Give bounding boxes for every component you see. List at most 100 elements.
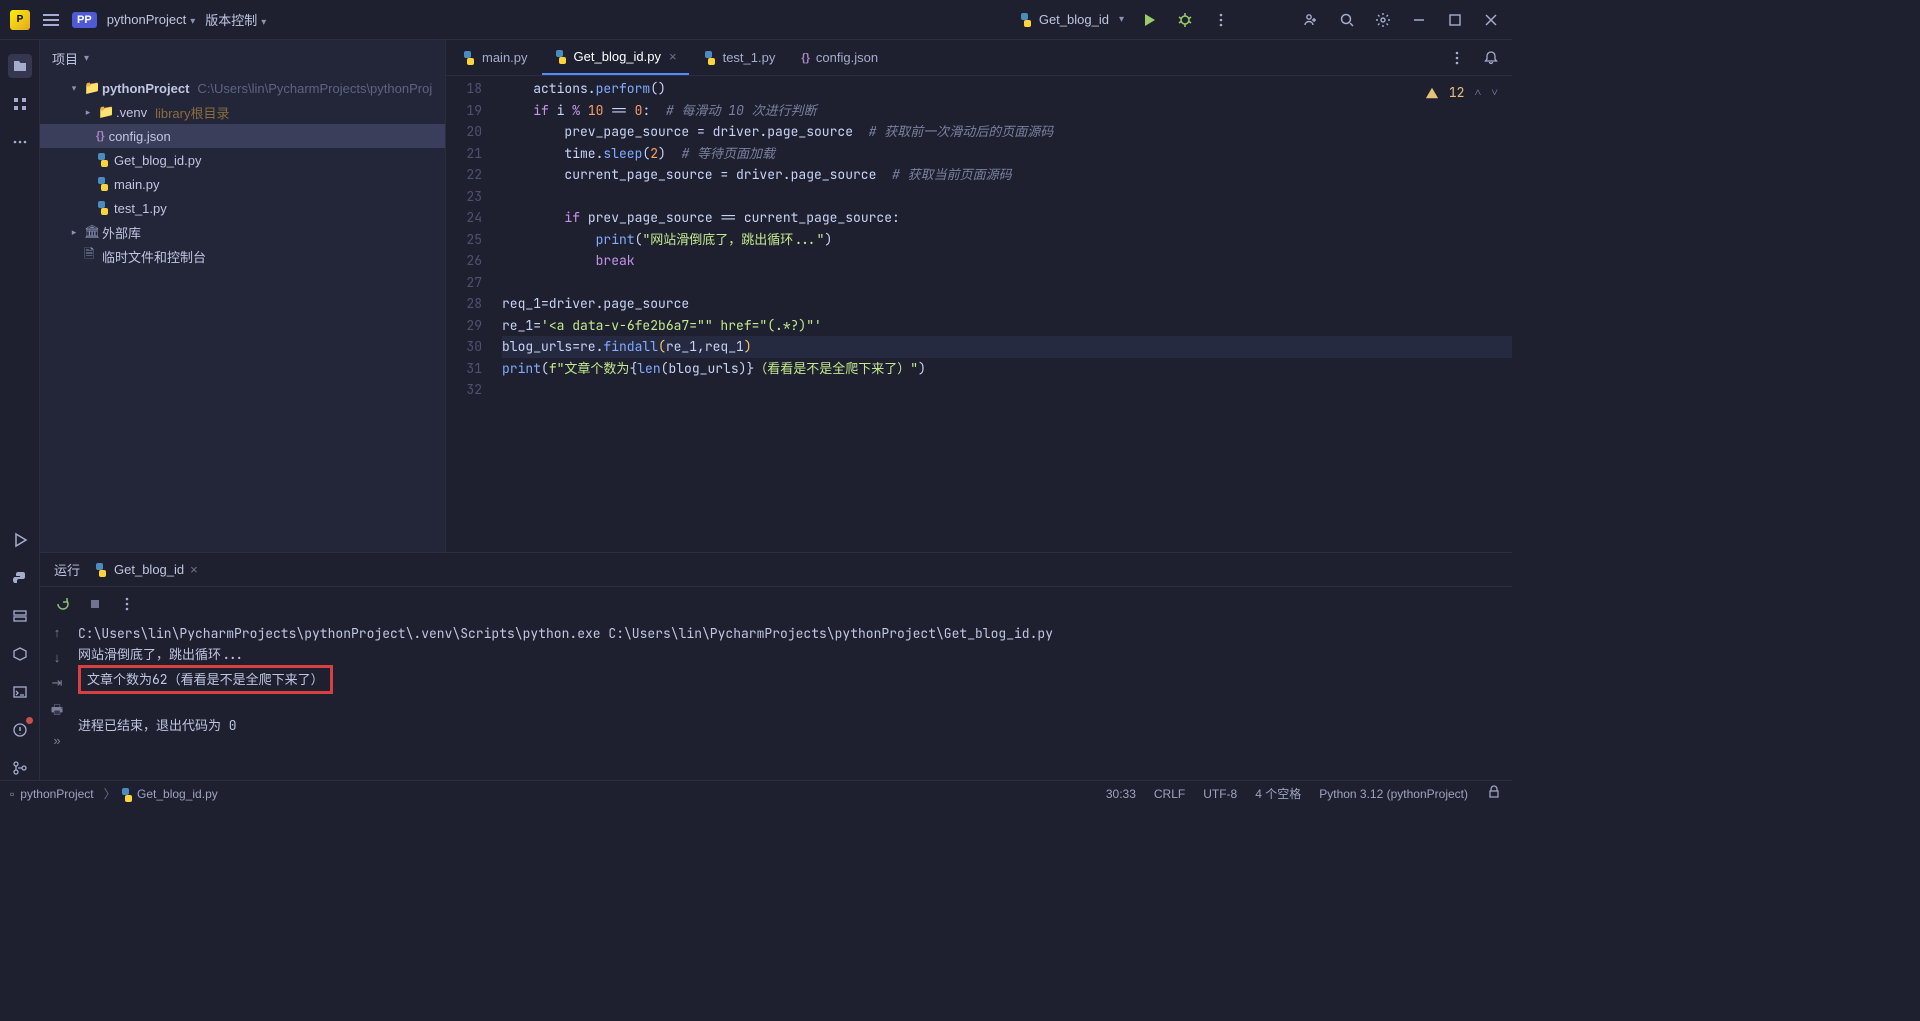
project-panel-header[interactable]: 项目 ▾ [40, 40, 445, 76]
vcs-menu[interactable]: 版本控制 [205, 10, 266, 29]
python-icon [96, 153, 110, 167]
run-more-icon[interactable] [116, 593, 138, 615]
expand-icon[interactable]: » [53, 733, 60, 748]
python-packages-icon[interactable] [8, 642, 32, 666]
stop-button[interactable] [84, 593, 106, 615]
inspection-badge[interactable]: 12 ˄ ˅ [1425, 82, 1498, 104]
run-tabs: 运行 Get_blog_id× [40, 553, 1512, 587]
line-gutter: 181920212223242526272829303132 [446, 76, 492, 552]
problems-tool-icon[interactable] [8, 718, 32, 742]
python-console-icon[interactable] [8, 566, 32, 590]
rerun-button[interactable] [52, 593, 74, 615]
json-icon: {} [801, 52, 810, 64]
tree-root[interactable]: ▾📁pythonProjectC:\Users\lin\PycharmProje… [40, 76, 445, 100]
file-label: test_1.py [114, 201, 167, 216]
line-separator[interactable]: CRLF [1154, 787, 1185, 801]
run-tool-window: 运行 Get_blog_id× ↑ ↓ ⇥ 🖶 » C:\Users\lin\P… [40, 552, 1512, 780]
run-tool-label: 运行 [54, 560, 80, 579]
highlighted-output: 文章个数为62（看看是不是全爬下来了） [78, 665, 333, 694]
root-name: pythonProject [102, 81, 189, 96]
tab-label: main.py [482, 50, 528, 65]
python-icon [703, 51, 717, 65]
maximize-button[interactable] [1444, 9, 1466, 31]
tree-scratch[interactable]: 🗎临时文件和控制台 [40, 244, 445, 268]
tree-file-test1[interactable]: test_1.py [40, 196, 445, 220]
editor-pane: main.py Get_blog_id.py × test_1.py {} conf… [446, 40, 1512, 552]
file-encoding[interactable]: UTF-8 [1203, 787, 1237, 801]
prev-highlight-icon[interactable]: ˄ [1474, 82, 1481, 104]
python-icon [1019, 13, 1033, 27]
scroll-up-icon[interactable]: ↑ [54, 625, 61, 640]
terminal-tool-icon[interactable] [8, 680, 32, 704]
venv-name: .venv [116, 105, 147, 120]
tab-actions-icon[interactable] [1446, 47, 1468, 69]
close-window-button[interactable] [1480, 9, 1502, 31]
root-path: C:\Users\lin\PycharmProjects\pythonProj [197, 81, 432, 96]
tab-main[interactable]: main.py [450, 40, 540, 75]
scratch-label: 临时文件和控制台 [102, 247, 206, 266]
editor-tab-bar: main.py Get_blog_id.py × test_1.py {} conf… [446, 40, 1512, 76]
interpreter-info[interactable]: Python 3.12 (pythonProject) [1319, 787, 1468, 801]
tree-venv[interactable]: ▸📁.venvlibrary根目录 [40, 100, 445, 124]
close-icon[interactable]: × [669, 49, 677, 64]
python-icon [96, 201, 110, 215]
project-panel-title: 项目 [52, 49, 78, 68]
left-tool-rail [0, 40, 40, 780]
next-highlight-icon[interactable]: ˅ [1491, 82, 1498, 104]
run-config-selector[interactable]: Get_blog_id [1019, 12, 1124, 27]
structure-tool-icon[interactable] [8, 92, 32, 116]
tab-test1[interactable]: test_1.py [691, 40, 788, 75]
tree-file-main[interactable]: main.py [40, 172, 445, 196]
notifications-icon[interactable] [1480, 47, 1502, 69]
caret-position[interactable]: 30:33 [1106, 787, 1136, 801]
debug-button[interactable] [1174, 9, 1196, 31]
code-area[interactable]: 12 ˄ ˅ 181920212223242526272829303132 ac… [446, 76, 1512, 552]
console-gutter: ↑ ↓ ⇥ 🖶 » [40, 621, 74, 780]
project-tool-icon[interactable] [8, 54, 32, 78]
close-icon[interactable]: × [190, 562, 198, 577]
console-output[interactable]: C:\Users\lin\PycharmProjects\pythonProje… [74, 621, 1512, 780]
tab-label: test_1.py [723, 50, 776, 65]
run-tool-icon[interactable] [8, 528, 32, 552]
tree-file-getblog[interactable]: Get_blog_id.py [40, 148, 445, 172]
tab-getblog[interactable]: Get_blog_id.py × [542, 40, 689, 75]
tree-file-config[interactable]: {}config.json [40, 124, 445, 148]
more-tools-icon[interactable] [8, 130, 32, 154]
services-tool-icon[interactable] [8, 604, 32, 628]
json-icon: {} [96, 130, 105, 142]
python-icon [96, 177, 110, 191]
python-icon [462, 51, 476, 65]
python-icon [554, 50, 568, 64]
python-icon [120, 788, 134, 802]
soft-wrap-icon[interactable]: ⇥ [52, 675, 63, 691]
code-content[interactable]: actions.perform() if i % 10 == 0: # 每滑动 … [492, 76, 1512, 552]
minimize-button[interactable] [1408, 9, 1430, 31]
tab-config[interactable]: {} config.json [789, 40, 890, 75]
project-panel: 项目 ▾ ▾📁pythonProjectC:\Users\lin\Pycharm… [40, 40, 446, 552]
project-badge: PP [72, 12, 97, 28]
breadcrumb-file[interactable]: Get_blog_id.py [100, 785, 218, 802]
tab-label: config.json [816, 50, 878, 65]
run-config-name: Get_blog_id [1039, 12, 1109, 27]
breadcrumb-icon: ▫ [10, 787, 14, 801]
readonly-lock-icon[interactable] [1486, 784, 1502, 803]
tab-label: Get_blog_id.py [574, 49, 661, 64]
scroll-down-icon[interactable]: ↓ [54, 650, 61, 665]
tree-ext-libs[interactable]: ▸🏛外部库 [40, 220, 445, 244]
print-icon[interactable]: 🖶 [51, 701, 63, 723]
ext-libs-label: 外部库 [102, 223, 141, 242]
main-menu-button[interactable] [40, 9, 62, 31]
run-tab[interactable]: Get_blog_id× [94, 562, 198, 577]
breadcrumb-root[interactable]: pythonProject [20, 787, 93, 801]
settings-icon[interactable] [1372, 9, 1394, 31]
file-label: Get_blog_id.py [114, 153, 201, 168]
console-line: 进程已结束，退出代码为 0 [78, 717, 237, 734]
indent-info[interactable]: 4 个空格 [1255, 785, 1301, 802]
run-button[interactable] [1138, 9, 1160, 31]
code-with-me-icon[interactable] [1300, 9, 1322, 31]
more-actions-button[interactable] [1210, 9, 1232, 31]
search-everywhere-icon[interactable] [1336, 9, 1358, 31]
vcs-tool-icon[interactable] [8, 756, 32, 780]
console-line: 网站滑倒底了，跳出循环... [78, 646, 244, 663]
project-selector[interactable]: pythonProject [107, 12, 196, 27]
